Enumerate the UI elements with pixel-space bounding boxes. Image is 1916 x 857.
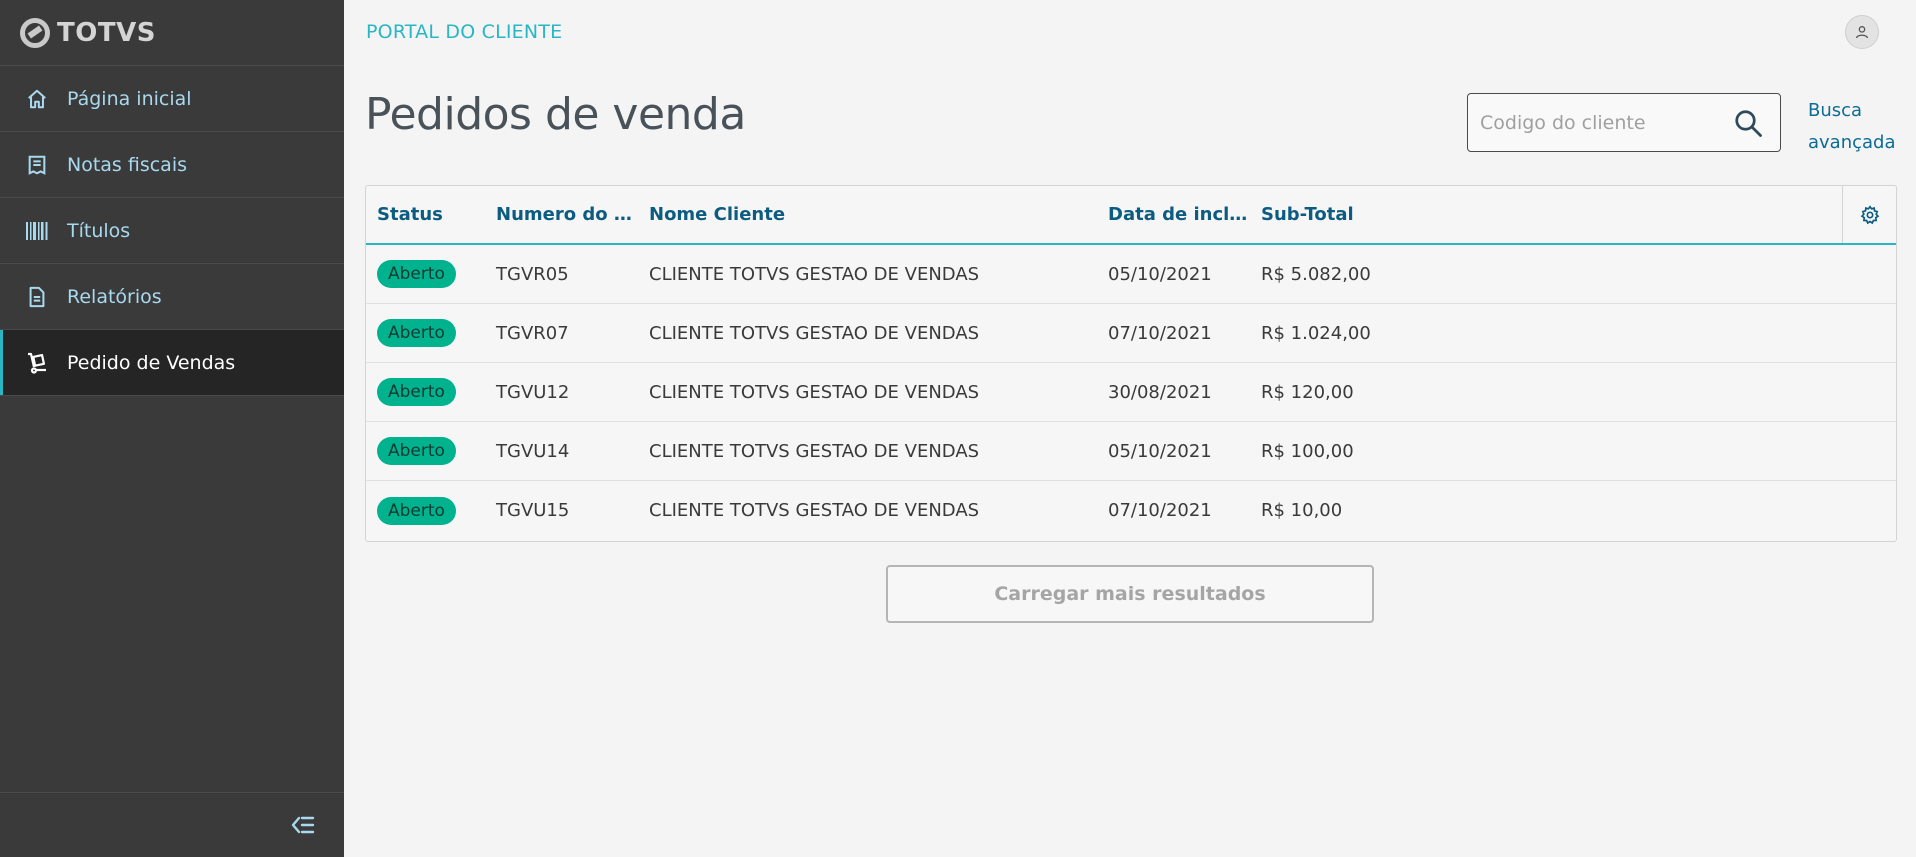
cell-nome-cliente: CLIENTE TOTVS GESTAO DE VENDAS <box>649 322 980 344</box>
status-badge: Aberto <box>377 378 456 406</box>
totvs-logo-icon <box>20 17 50 48</box>
logo-text: TOTVS <box>57 17 156 48</box>
cell-subtotal: R$ 1.024,00 <box>1261 322 1371 344</box>
cell-numero: TGVR05 <box>496 263 569 285</box>
page-title: Pedidos de venda <box>365 89 746 140</box>
sidebar-item-relatorios[interactable]: Relatórios <box>0 264 344 330</box>
status-badge: Aberto <box>377 319 456 347</box>
table-row[interactable]: Aberto TGVU15 CLIENTE TOTVS GESTAO DE VE… <box>366 481 1896 540</box>
search-input[interactable] <box>1468 111 1730 134</box>
gear-icon <box>1860 204 1879 224</box>
hand-truck-icon <box>24 350 50 376</box>
status-badge: Aberto <box>377 260 456 288</box>
user-avatar-button[interactable] <box>1845 15 1879 49</box>
advanced-search-line2: avançada <box>1808 132 1896 153</box>
sidebar-item-label: Página inicial <box>67 87 192 110</box>
document-icon <box>24 284 50 310</box>
column-header-numero[interactable]: Numero do P... <box>485 204 638 225</box>
sidebar-item-label: Pedido de Vendas <box>67 351 236 374</box>
barcode-icon <box>24 218 50 244</box>
cell-numero: TGVR07 <box>496 322 569 344</box>
cell-nome-cliente: CLIENTE TOTVS GESTAO DE VENDAS <box>649 500 980 521</box>
cell-data: 07/10/2021 <box>1108 322 1212 344</box>
column-header-status[interactable]: Status <box>366 204 485 225</box>
status-badge: Aberto <box>377 496 456 525</box>
cell-subtotal: R$ 120,00 <box>1261 381 1354 403</box>
totvs-logo[interactable]: TOTVS <box>0 0 344 66</box>
home-icon <box>24 86 50 112</box>
collapse-menu-button[interactable] <box>288 810 318 840</box>
sidebar-item-pagina-inicial[interactable]: Página inicial <box>0 66 344 132</box>
invoice-icon <box>24 152 50 178</box>
table-header: Status Numero do P... Nome Cliente Data … <box>366 186 1896 245</box>
cell-nome-cliente: CLIENTE TOTVS GESTAO DE VENDAS <box>649 263 980 285</box>
cell-nome-cliente: CLIENTE TOTVS GESTAO DE VENDAS <box>649 440 980 462</box>
column-header-data[interactable]: Data de inclu... <box>1097 204 1250 225</box>
orders-table: Status Numero do P... Nome Cliente Data … <box>365 185 1897 542</box>
cell-numero: TGVU12 <box>496 381 570 403</box>
cell-data: 05/10/2021 <box>1108 263 1212 285</box>
collapse-menu-icon <box>291 816 315 834</box>
sidebar-footer <box>0 792 344 857</box>
table-row[interactable]: Aberto TGVR07 CLIENTE TOTVS GESTAO DE VE… <box>366 304 1896 363</box>
cell-nome-cliente: CLIENTE TOTVS GESTAO DE VENDAS <box>649 381 980 403</box>
cell-data: 05/10/2021 <box>1108 440 1212 462</box>
cell-data: 07/10/2021 <box>1108 500 1212 521</box>
sidebar-item-pedido-de-vendas[interactable]: Pedido de Vendas <box>0 330 344 396</box>
sidebar-item-titulos[interactable]: Títulos <box>0 198 344 264</box>
cell-numero: TGVU14 <box>496 440 570 462</box>
sidebar-item-label: Notas fiscais <box>67 153 188 176</box>
sidebar-item-label: Relatórios <box>67 285 162 308</box>
column-header-subtotal[interactable]: Sub-Total <box>1250 204 1450 225</box>
table-row[interactable]: Aberto TGVU14 CLIENTE TOTVS GESTAO DE VE… <box>366 422 1896 481</box>
cell-data: 30/08/2021 <box>1108 381 1212 403</box>
status-badge: Aberto <box>377 437 456 465</box>
cell-subtotal: R$ 5.082,00 <box>1261 263 1371 285</box>
main-content: PORTAL DO CLIENTE Pedidos de venda Busca… <box>344 0 1916 857</box>
advanced-search-link[interactable]: Busca avançada <box>1808 95 1896 159</box>
user-icon <box>1856 26 1868 39</box>
search-field <box>1467 93 1781 152</box>
sidebar-item-label: Títulos <box>67 219 131 242</box>
table-settings-button[interactable] <box>1842 186 1896 243</box>
cell-subtotal: R$ 10,00 <box>1261 500 1343 521</box>
column-header-nome-cliente[interactable]: Nome Cliente <box>638 204 1097 225</box>
sidebar-item-notas-fiscais[interactable]: Notas fiscais <box>0 132 344 198</box>
sidebar: TOTVS Página inicial Notas fiscais Títul… <box>0 0 344 857</box>
table-row[interactable]: Aberto TGVU12 CLIENTE TOTVS GESTAO DE VE… <box>366 363 1896 422</box>
portal-title: PORTAL DO CLIENTE <box>366 21 563 43</box>
table-row[interactable]: Aberto TGVR05 CLIENTE TOTVS GESTAO DE VE… <box>366 245 1896 304</box>
search-icon[interactable] <box>1730 105 1766 141</box>
cell-subtotal: R$ 100,00 <box>1261 440 1354 462</box>
cell-numero: TGVU15 <box>496 500 570 521</box>
load-more-button[interactable]: Carregar mais resultados <box>886 565 1374 623</box>
advanced-search-line1: Busca <box>1808 100 1863 121</box>
